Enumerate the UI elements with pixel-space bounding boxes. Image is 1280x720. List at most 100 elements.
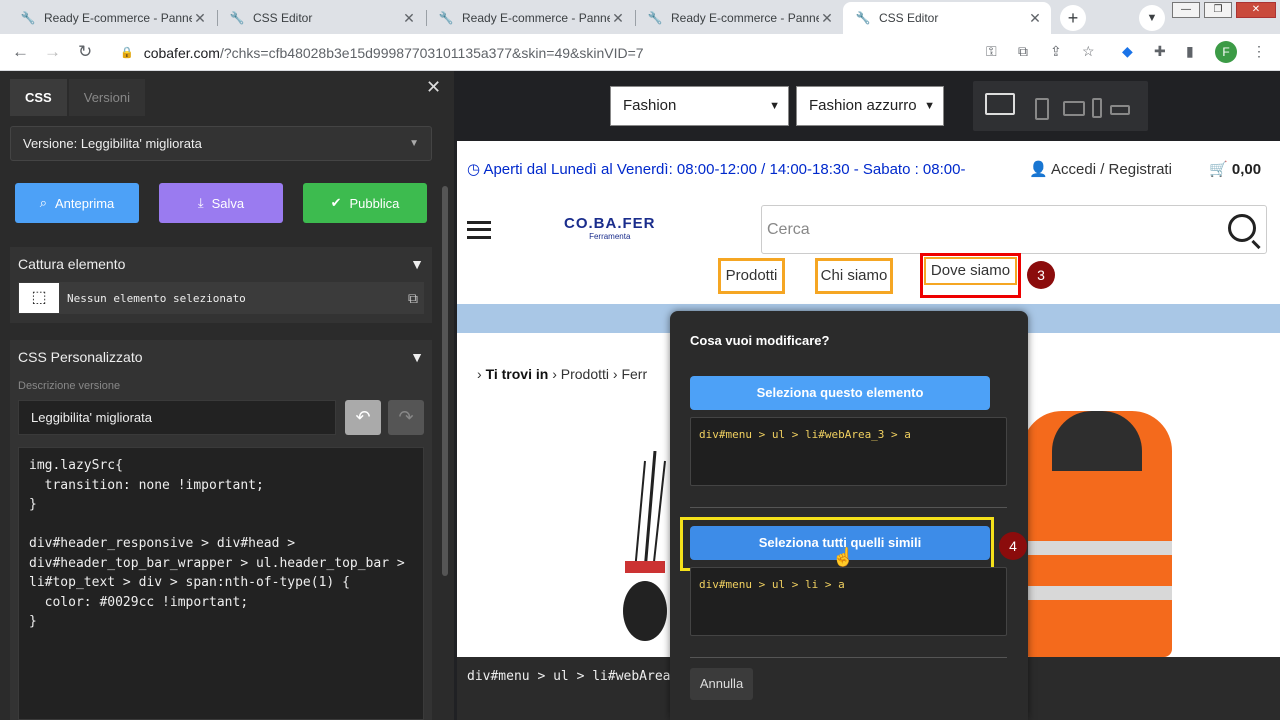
description-input[interactable]: Leggibilita' migliorata [18, 400, 336, 435]
profile-avatar[interactable]: F [1215, 41, 1237, 63]
breadcrumb-item[interactable]: Ferr [621, 366, 647, 382]
cart-total: 0,00 [1231, 161, 1262, 178]
menu-item-prodotti[interactable]: Prodotti [718, 258, 785, 294]
collapse-triangle-icon[interactable]: ▼ [410, 247, 424, 281]
hand-cursor-icon: ☝ [832, 547, 855, 567]
back-icon[interactable]: ← [12, 42, 29, 62]
select-element-icon[interactable]: ⬚ [19, 283, 59, 313]
hamburger-menu-icon[interactable] [467, 221, 491, 239]
wrench-icon: 🔧 [20, 11, 36, 25]
custom-css-title: CSS Personalizzato [18, 349, 143, 365]
key-icon[interactable]: ⚿ [986, 43, 997, 60]
close-icon[interactable]: ✕ [192, 10, 208, 27]
logo-main: CO.BA.FER [564, 215, 656, 232]
product-image-jacket[interactable] [1022, 411, 1172, 657]
chevron-down-icon: ▼ [769, 100, 780, 112]
color-select[interactable]: Fashion azzurro ▼ [796, 86, 944, 126]
cancel-button[interactable]: Annulla [690, 668, 753, 700]
selector-similar-textarea[interactable]: div#menu > ul > li > a [690, 567, 1007, 636]
translate-icon[interactable]: ⧉ [1018, 43, 1028, 60]
step-badge-4: 4 [999, 532, 1027, 560]
browser-tab-active[interactable]: 🔧 CSS Editor ✕ [843, 2, 1051, 34]
tablet-landscape-icon[interactable] [1063, 101, 1085, 116]
forward-icon[interactable]: → [44, 42, 61, 62]
new-tab-button[interactable]: + [1060, 5, 1086, 31]
css-code-editor[interactable]: img.lazySrc{ transition: none !important… [18, 447, 424, 720]
opening-hours: ◷ Aperti dal Lunedì al Venerdì: 08:00-12… [467, 160, 965, 178]
sidepanel-icon[interactable]: ▮ [1186, 43, 1194, 60]
tab-search-icon[interactable]: ▼ [1139, 5, 1165, 31]
description-label: Descrizione versione [18, 380, 121, 392]
theme-select[interactable]: Fashion ▼ [610, 86, 789, 126]
browser-tab[interactable]: 🔧 Ready E-commerce - Panne ✕ [426, 2, 634, 34]
publish-label: Pubblica [349, 195, 400, 211]
tablet-portrait-icon[interactable] [1035, 98, 1049, 120]
url-host: cobafer.com [143, 44, 220, 61]
version-select[interactable]: Versione: Leggibilita' migliorata ▼ [10, 126, 432, 161]
cart-link[interactable]: 🛒 0,00 [1209, 160, 1261, 178]
chevron-down-icon: ▼ [409, 138, 419, 149]
site-logo[interactable]: CO.BA.FER Ferramenta [564, 215, 656, 241]
editor-tabs: CSS Versioni [10, 79, 147, 116]
menu-item-dove-siamo[interactable]: Dove siamo [920, 253, 1021, 298]
save-label: Salva [211, 195, 245, 211]
product-image-rake[interactable] [615, 451, 675, 641]
phone-portrait-icon[interactable] [1092, 98, 1102, 118]
star-icon[interactable]: ☆ [1082, 43, 1095, 60]
reload-icon[interactable]: ↻ [78, 42, 92, 62]
browser-tab[interactable]: 🔧 CSS Editor ✕ [217, 2, 425, 34]
tab-versions[interactable]: Versioni [68, 79, 145, 116]
phone-landscape-icon[interactable] [1110, 105, 1130, 115]
puzzle-icon[interactable]: ✚ [1154, 43, 1166, 60]
capture-status: Nessun elemento selezionato [67, 291, 246, 305]
breadcrumb-item[interactable]: Prodotti [561, 366, 609, 382]
preview-label: Anteprima [55, 195, 115, 211]
browser-tab[interactable]: 🔧 Ready E-commerce - Panne ✕ [635, 2, 843, 34]
undo-button[interactable]: ↶ [345, 400, 381, 435]
close-icon[interactable]: ✕ [819, 10, 835, 27]
address-bar-row: ← → ↻ 🔒 cobafer.com/?chks=cfb48028b3e15d… [0, 34, 1280, 71]
cart-icon: 🛒 [1209, 161, 1228, 178]
close-icon[interactable]: ✕ [1027, 10, 1043, 27]
menu-item-dove-siamo-label: Dove siamo [924, 257, 1017, 285]
url-field[interactable]: 🔒 cobafer.com/?chks=cfb48028b3e15d999877… [110, 38, 1110, 67]
browser-tab-bar: 🔧 Ready E-commerce - Panne ✕ 🔧 CSS Edito… [0, 0, 1280, 34]
css-editor-panel: CSS Versioni ✕ Versione: Leggibilita' mi… [0, 71, 454, 720]
copy-icon[interactable]: ⧉ [408, 290, 418, 307]
tab-title: CSS Editor [253, 11, 313, 25]
menu-item-chi-siamo[interactable]: Chi siamo [815, 258, 893, 294]
wrench-icon: 🔧 [438, 11, 454, 25]
share-icon[interactable]: ⇪ [1050, 43, 1062, 60]
maximize-button[interactable]: ❐ [1204, 2, 1232, 18]
collapse-triangle-icon[interactable]: ▼ [410, 340, 424, 374]
publish-button[interactable]: ✔ Pubblica [303, 183, 427, 223]
device-switcher [973, 81, 1148, 131]
close-window-button[interactable]: ✕ [1236, 2, 1276, 18]
extension-icon[interactable]: ◆ [1122, 43, 1133, 60]
close-icon[interactable]: ✕ [426, 77, 441, 98]
search-icon[interactable] [1228, 214, 1256, 242]
close-icon[interactable]: ✕ [401, 10, 417, 27]
close-icon[interactable]: ✕ [610, 10, 626, 27]
redo-button[interactable]: ↷ [388, 400, 424, 435]
user-icon: 👤 [1029, 161, 1048, 178]
panel-scrollbar[interactable] [442, 186, 448, 576]
divider [690, 507, 1007, 508]
selector-this-textarea[interactable]: div#menu > ul > li#webArea_3 > a [690, 417, 1007, 486]
tab-css[interactable]: CSS [10, 79, 67, 116]
window-controls: — ❐ ✕ [1172, 2, 1276, 18]
step-badge-3: 3 [1027, 261, 1055, 289]
save-button[interactable]: ⤓ Salva [159, 183, 283, 223]
menu-kebab-icon[interactable]: ⋮ [1252, 43, 1266, 60]
account-link[interactable]: 👤 Accedi / Registrati [1029, 160, 1172, 178]
preview-button[interactable]: ⌕ Anteprima [15, 183, 139, 223]
desktop-icon[interactable] [985, 93, 1015, 115]
edit-target-dialog: Cosa vuoi modificare? Seleziona questo e… [670, 311, 1028, 720]
capture-element-row: ⬚ Nessun elemento selezionato ⧉ [18, 282, 424, 314]
preview-toolbar: Fashion ▼ Fashion azzurro ▼ [457, 71, 1280, 141]
search-icon: ⌕ [39, 195, 48, 210]
search-input[interactable]: Cerca [761, 205, 1267, 254]
browser-tab[interactable]: 🔧 Ready E-commerce - Panne ✕ [8, 2, 216, 34]
select-this-element-button[interactable]: Seleziona questo elemento [690, 376, 990, 410]
minimize-button[interactable]: — [1172, 2, 1200, 18]
